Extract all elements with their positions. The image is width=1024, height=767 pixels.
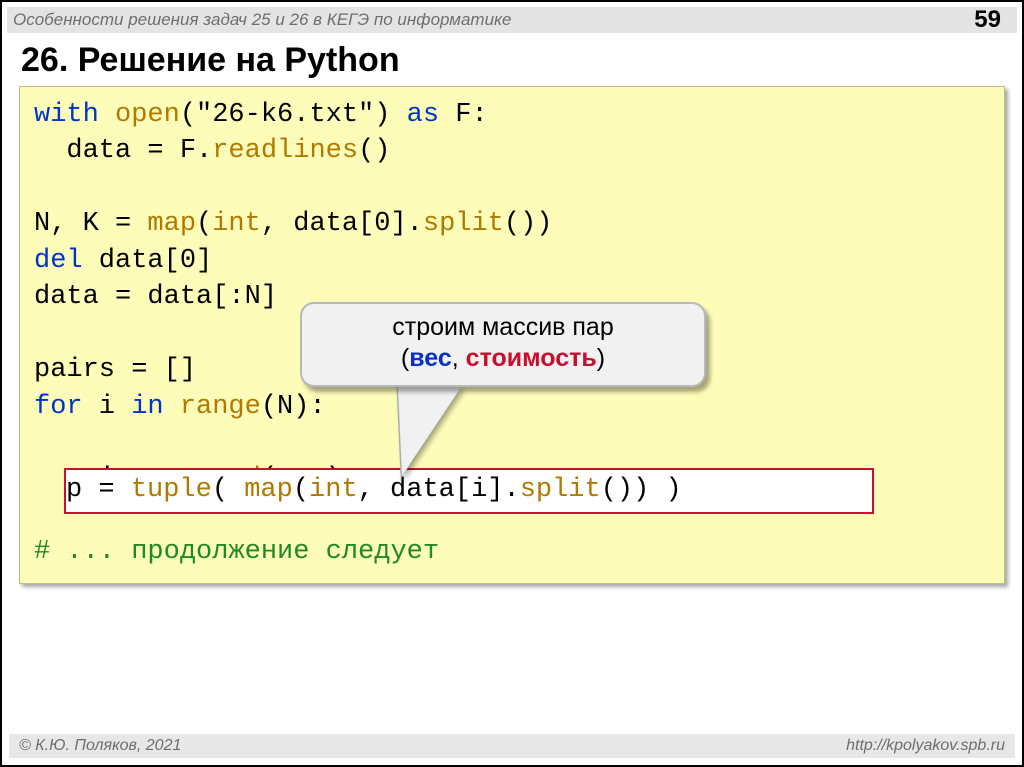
footer-right: http://kpolyakov.spb.ru	[846, 737, 1005, 755]
page-number: 59	[964, 6, 1011, 34]
slide: Особенности решения задач 25 и 26 в КЕГЭ…	[0, 0, 1024, 767]
callout-box: строим массив пар (вес, стоимость)	[300, 302, 706, 387]
header-bar: Особенности решения задач 25 и 26 в КЕГЭ…	[7, 7, 1017, 33]
highlighted-line: p = tuple( map(int, data[i].split()) )	[64, 468, 874, 514]
footer-bar: © К.Ю. Поляков, 2021 http://kpolyakov.sp…	[9, 734, 1015, 758]
callout-line2: (вес, стоимость)	[318, 343, 688, 374]
callout-line1: строим массив пар	[318, 312, 688, 343]
footer-left: © К.Ю. Поляков, 2021	[19, 737, 181, 755]
slide-title: 26. Решение на Python	[21, 41, 1003, 80]
highlighted-code: p = tuple( map(int, data[i].split()) )	[66, 470, 872, 508]
code-block: with open("26-k6.txt") as F: data = F.re…	[19, 86, 1005, 584]
header-title: Особенности решения задач 25 и 26 в КЕГЭ…	[13, 10, 964, 30]
